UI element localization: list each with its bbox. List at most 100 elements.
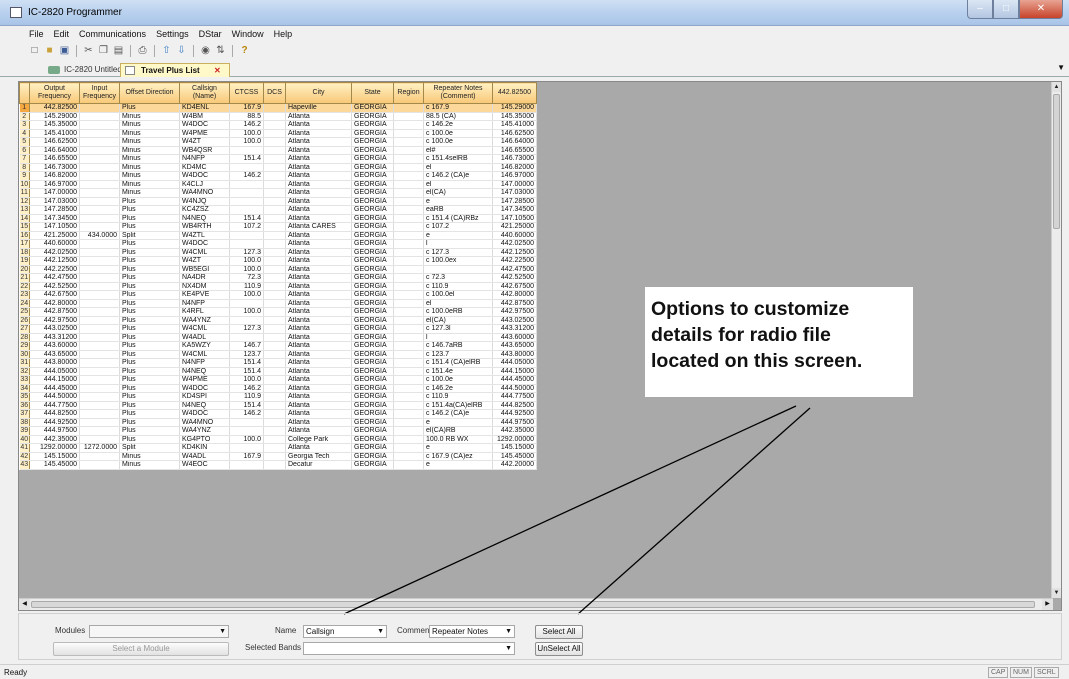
comment-combo[interactable]: Repeater Notes ▼ xyxy=(429,625,515,638)
dcs-cell[interactable] xyxy=(263,239,286,249)
row-number[interactable]: 11 xyxy=(19,188,30,198)
row-number[interactable]: 43 xyxy=(19,460,30,470)
city-cell[interactable]: Atlanta xyxy=(285,205,352,215)
offset-direction-cell[interactable]: Plus xyxy=(119,350,180,359)
dcs-cell[interactable] xyxy=(263,307,286,317)
table-row[interactable]: 5 146.62500 Minus W4ZT 100.0 Atlanta GEORGIA c … xyxy=(19,137,537,147)
ctcss-cell[interactable] xyxy=(229,180,264,189)
state-cell[interactable]: GEORGIA xyxy=(351,180,394,189)
input-frequency-cell[interactable] xyxy=(79,197,120,206)
state-cell[interactable]: GEORGIA xyxy=(351,112,394,121)
dcs-cell[interactable] xyxy=(263,146,286,155)
city-cell[interactable]: Atlanta xyxy=(285,171,352,181)
extra-frequency-cell[interactable]: 444.92500 xyxy=(492,409,537,419)
dcs-cell[interactable] xyxy=(263,409,286,419)
callsign-cell[interactable]: W4ZT xyxy=(179,137,230,147)
unselect-all-button[interactable]: UnSelect All xyxy=(535,642,583,656)
region-cell[interactable] xyxy=(393,333,424,342)
callsign-cell[interactable]: W4DOC xyxy=(179,384,230,393)
repeater-notes-cell[interactable]: c 151.4 (CA)RBz xyxy=(423,214,493,223)
callsign-cell[interactable]: W4DOC xyxy=(179,239,230,249)
ctcss-cell[interactable]: 100.0 xyxy=(229,137,264,147)
state-cell[interactable]: GEORGIA xyxy=(351,358,394,368)
row-number[interactable]: 20 xyxy=(19,265,30,274)
city-cell[interactable]: Atlanta xyxy=(285,231,352,240)
extra-frequency-cell[interactable]: 147.10500 xyxy=(492,214,537,223)
state-cell[interactable]: GEORGIA xyxy=(351,120,394,130)
city-cell[interactable]: Atlanta xyxy=(285,384,352,393)
offset-direction-cell[interactable]: Minus xyxy=(119,460,180,470)
row-number[interactable]: 31 xyxy=(19,358,30,368)
repeater-notes-cell[interactable]: c 167.9 xyxy=(423,103,493,113)
input-frequency-cell[interactable] xyxy=(79,418,120,427)
region-cell[interactable] xyxy=(393,426,424,436)
city-cell[interactable]: Atlanta xyxy=(285,375,352,385)
city-cell[interactable]: Atlanta xyxy=(285,154,352,164)
city-cell[interactable]: Atlanta xyxy=(285,180,352,189)
row-number[interactable]: 10 xyxy=(19,180,30,189)
region-cell[interactable] xyxy=(393,324,424,334)
offset-direction-cell[interactable]: Minus xyxy=(119,112,180,121)
table-row[interactable]: 6 146.64000 Minus WB4QSR Atlanta GEORGIA el# 14… xyxy=(19,146,537,155)
repeater-notes-cell[interactable]: 88.5 (CA) xyxy=(423,112,493,121)
table-row[interactable]: 26 442.97500 Plus WA4YNZ Atlanta GEORGIA el(CA… xyxy=(19,316,537,325)
state-cell[interactable]: GEORGIA xyxy=(351,197,394,206)
title-bar[interactable]: IC-2820 Programmer – □ ✕ xyxy=(0,0,1069,26)
state-cell[interactable]: GEORGIA xyxy=(351,163,394,172)
row-number[interactable]: 6 xyxy=(19,146,30,155)
output-frequency-cell[interactable]: 442.22500 xyxy=(29,265,80,274)
input-frequency-cell[interactable]: 1272.0000 xyxy=(79,443,120,453)
city-cell[interactable]: Atlanta xyxy=(285,307,352,317)
region-cell[interactable] xyxy=(393,358,424,368)
city-cell[interactable]: Atlanta xyxy=(285,333,352,342)
region-cell[interactable] xyxy=(393,205,424,215)
dcs-cell[interactable] xyxy=(263,392,286,402)
offset-direction-cell[interactable]: Plus xyxy=(119,197,180,206)
row-number[interactable]: 4 xyxy=(19,129,30,138)
extra-frequency-cell[interactable]: 440.60000 xyxy=(492,231,537,240)
save-icon[interactable]: ▣ xyxy=(57,44,72,58)
row-number[interactable]: 25 xyxy=(19,307,30,317)
callsign-cell[interactable]: W4ADL xyxy=(179,452,230,461)
ctcss-cell[interactable]: 151.4 xyxy=(229,401,264,410)
input-frequency-cell[interactable] xyxy=(79,358,120,368)
dcs-cell[interactable] xyxy=(263,375,286,385)
extra-frequency-cell[interactable]: 444.45000 xyxy=(492,375,537,385)
dcs-cell[interactable] xyxy=(263,324,286,334)
offset-direction-cell[interactable]: Plus xyxy=(119,358,180,368)
region-cell[interactable] xyxy=(393,299,424,308)
city-cell[interactable]: Georgia Tech xyxy=(285,452,352,461)
table-row[interactable]: 40 442.35000 Plus KG4PTO 100.0 College Park GE… xyxy=(19,435,537,444)
table-row[interactable]: 22 442.52500 Plus NX4DM 110.9 Atlanta GEORGIA c… xyxy=(19,282,537,291)
table-row[interactable]: 36 444.77500 Plus N4NEQ 151.4 Atlanta GEORGIA c… xyxy=(19,401,537,410)
callsign-cell[interactable]: W4EOC xyxy=(179,460,230,470)
region-cell[interactable] xyxy=(393,239,424,249)
extra-frequency-cell[interactable]: 442.47500 xyxy=(492,265,537,274)
table-row[interactable]: 14 147.34500 Plus N4NEQ 151.4 Atlanta GEORGIA c… xyxy=(19,214,537,223)
state-cell[interactable]: GEORGIA xyxy=(351,333,394,342)
offset-direction-cell[interactable]: Minus xyxy=(119,154,180,164)
extra-frequency-cell[interactable]: 442.97500 xyxy=(492,307,537,317)
scroll-up-icon[interactable]: ▲ xyxy=(1052,82,1061,92)
table-row[interactable]: 4 145.41000 Minus W4PME 100.0 Atlanta GEORGIA c… xyxy=(19,129,537,138)
dcs-cell[interactable] xyxy=(263,290,286,300)
region-cell[interactable] xyxy=(393,265,424,274)
table-row[interactable]: 24 442.80000 Plus N4NFP Atlanta GEORGIA el 442.… xyxy=(19,299,537,308)
scroll-thumb[interactable] xyxy=(31,601,1035,608)
dcs-cell[interactable] xyxy=(263,358,286,368)
output-frequency-cell[interactable]: 421.25000 xyxy=(29,231,80,240)
extra-frequency-cell[interactable]: 147.00000 xyxy=(492,180,537,189)
input-frequency-cell[interactable] xyxy=(79,409,120,419)
ctcss-cell[interactable]: 146.2 xyxy=(229,384,264,393)
table-row[interactable]: 7 146.65500 Minus N4NFP 151.4 Atlanta GEORGIA c… xyxy=(19,154,537,164)
paste-icon[interactable]: ▤ xyxy=(111,44,126,58)
output-frequency-cell[interactable]: 146.62500 xyxy=(29,137,80,147)
city-cell[interactable]: Atlanta xyxy=(285,188,352,198)
table-row[interactable]: 33 444.15000 Plus W4PME 100.0 Atlanta GEORGIA c… xyxy=(19,375,537,385)
extra-frequency-cell[interactable]: 1292.00000 xyxy=(492,435,537,444)
menu-settings[interactable]: Settings xyxy=(151,27,194,42)
region-cell[interactable] xyxy=(393,316,424,325)
ctcss-cell[interactable]: 151.4 xyxy=(229,367,264,376)
city-cell[interactable]: Atlanta xyxy=(285,248,352,257)
row-number[interactable]: 5 xyxy=(19,137,30,147)
